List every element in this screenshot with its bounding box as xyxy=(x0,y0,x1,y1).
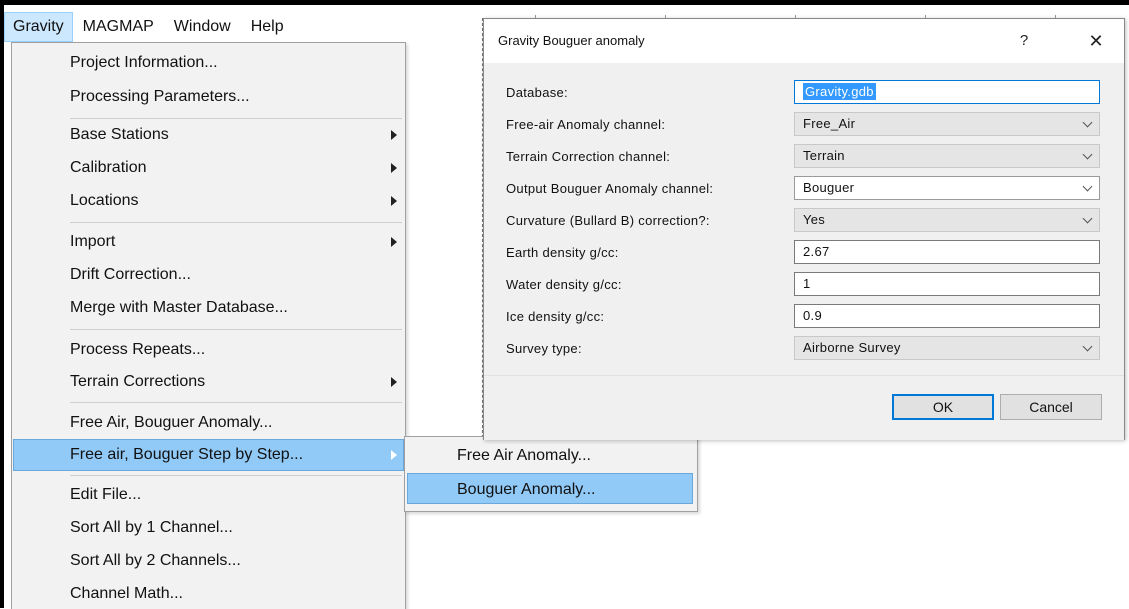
menu-item-label: Channel Math... xyxy=(70,585,183,602)
terrain-channel-value: Terrain xyxy=(803,148,845,163)
menu-item-processing-parameters[interactable]: Processing Parameters... xyxy=(13,82,404,112)
database-field[interactable]: Gravity.gdb xyxy=(794,80,1100,104)
chevron-down-icon xyxy=(1082,117,1093,128)
menu-item-label: Import xyxy=(70,233,116,250)
menu-gravity[interactable]: Gravity xyxy=(4,12,73,42)
ice-density-value: 0.9 xyxy=(803,308,822,323)
menu-separator xyxy=(70,475,402,476)
menu-help[interactable]: Help xyxy=(241,12,294,42)
menu-item-terrain-corrections[interactable]: Terrain Corrections xyxy=(13,367,404,397)
output-channel-label: Output Bouguer Anomaly channel: xyxy=(506,181,714,196)
menu-item-free-air-step-by-step[interactable]: Free air, Bouguer Step by Step... xyxy=(13,439,404,471)
menu-item-locations[interactable]: Locations xyxy=(13,186,404,216)
submenu-item-label: Bouguer Anomaly... xyxy=(457,481,596,498)
menu-item-sort-two-channels[interactable]: Sort All by 2 Channels... xyxy=(13,546,404,576)
ok-button[interactable]: OK xyxy=(892,394,994,420)
menu-item-channel-math[interactable]: Channel Math... xyxy=(13,579,404,609)
dialog-titlebar: Gravity Bouguer anomaly ? ✕ xyxy=(484,19,1124,63)
menu-magmap[interactable]: MAGMAP xyxy=(73,12,164,42)
free-air-channel-label: Free-air Anomaly channel: xyxy=(506,117,666,132)
submenu-arrow-icon xyxy=(391,237,397,247)
output-channel-select[interactable]: Bouguer xyxy=(794,176,1100,200)
menu-item-label: Base Stations xyxy=(70,126,169,143)
menu-window[interactable]: Window xyxy=(164,12,241,42)
submenu-item-free-air-anomaly[interactable]: Free Air Anomaly... xyxy=(407,440,693,471)
submenu-arrow-icon xyxy=(391,377,397,387)
menu-item-label: Free Air, Bouguer Anomaly... xyxy=(70,414,273,431)
menu-item-label: Calibration xyxy=(70,159,147,176)
menu-item-label: Processing Parameters... xyxy=(70,88,250,105)
menu-item-label: Process Repeats... xyxy=(70,341,206,358)
survey-type-label: Survey type: xyxy=(506,341,582,356)
water-density-value: 1 xyxy=(803,276,811,291)
water-density-label: Water density g/cc: xyxy=(506,277,622,292)
terrain-channel-select[interactable]: Terrain xyxy=(794,144,1100,168)
survey-type-value: Airborne Survey xyxy=(803,340,901,355)
menu-separator xyxy=(70,402,402,403)
ice-density-label: Ice density g/cc: xyxy=(506,309,605,324)
submenu-item-bouguer-anomaly[interactable]: Bouguer Anomaly... xyxy=(407,473,693,504)
menu-item-label: Locations xyxy=(70,192,139,209)
curvature-label: Curvature (Bullard B) correction?: xyxy=(506,213,710,228)
menu-item-process-repeats[interactable]: Process Repeats... xyxy=(13,335,404,365)
submenu-arrow-icon xyxy=(391,450,397,460)
curvature-select[interactable]: Yes xyxy=(794,208,1100,232)
curvature-value: Yes xyxy=(803,212,826,227)
menu-item-edit-file[interactable]: Edit File... xyxy=(13,480,404,510)
chevron-down-icon xyxy=(1082,149,1093,160)
menu-separator xyxy=(70,222,402,223)
menu-item-label: Drift Correction... xyxy=(70,266,191,283)
window-left-border xyxy=(0,0,4,608)
menu-item-base-stations[interactable]: Base Stations xyxy=(13,120,404,150)
submenu-arrow-icon xyxy=(391,196,397,206)
menu-item-label: Free air, Bouguer Step by Step... xyxy=(70,446,304,463)
menu-item-project-information[interactable]: Project Information... xyxy=(13,48,404,78)
menu-item-drift-correction[interactable]: Drift Correction... xyxy=(13,260,404,290)
ice-density-input[interactable]: 0.9 xyxy=(794,304,1100,328)
output-channel-value: Bouguer xyxy=(803,180,855,195)
database-value: Gravity.gdb xyxy=(803,83,876,100)
menu-item-sort-one-channel[interactable]: Sort All by 1 Channel... xyxy=(13,513,404,543)
menu-item-label: Sort All by 1 Channel... xyxy=(70,519,233,536)
submenu-item-label: Free Air Anomaly... xyxy=(457,447,591,464)
water-density-input[interactable]: 1 xyxy=(794,272,1100,296)
free-air-channel-select[interactable]: Free_Air xyxy=(794,112,1100,136)
earth-density-value: 2.67 xyxy=(803,244,830,259)
menu-item-merge-master-database[interactable]: Merge with Master Database... xyxy=(13,293,404,323)
menu-item-free-air-bouguer-anomaly[interactable]: Free Air, Bouguer Anomaly... xyxy=(13,408,404,438)
menu-item-calibration[interactable]: Calibration xyxy=(13,153,404,183)
menu-separator xyxy=(70,118,402,119)
menu-item-label: Project Information... xyxy=(70,54,218,71)
menu-item-label: Sort All by 2 Channels... xyxy=(70,552,241,569)
close-button[interactable]: ✕ xyxy=(1076,25,1116,57)
database-label: Database: xyxy=(506,85,568,100)
menu-item-label: Merge with Master Database... xyxy=(70,299,288,316)
gravity-bouguer-dialog: Gravity Bouguer anomaly ? ✕ Database: Gr… xyxy=(483,18,1125,440)
menu-item-label: Terrain Corrections xyxy=(70,373,206,390)
menu-item-label: Edit File... xyxy=(70,486,142,503)
free-air-channel-value: Free_Air xyxy=(803,116,856,131)
menu-item-import[interactable]: Import xyxy=(13,227,404,257)
submenu-arrow-icon xyxy=(391,163,397,173)
earth-density-label: Earth density g/cc: xyxy=(506,245,619,260)
dialog-title: Gravity Bouguer anomaly xyxy=(498,33,645,48)
survey-type-select[interactable]: Airborne Survey xyxy=(794,336,1100,360)
chevron-down-icon xyxy=(1082,341,1093,352)
chevron-down-icon xyxy=(1082,181,1093,192)
gravity-dropdown-menu: Project Information... Processing Parame… xyxy=(11,42,406,609)
submenu-arrow-icon xyxy=(391,130,397,140)
menu-bar: Gravity MAGMAP Window Help xyxy=(4,12,474,42)
chevron-down-icon xyxy=(1082,213,1093,224)
step-by-step-submenu: Free Air Anomaly... Bouguer Anomaly... xyxy=(404,436,698,512)
dialog-footer: OK Cancel xyxy=(484,375,1124,440)
menu-separator xyxy=(70,329,402,330)
terrain-channel-label: Terrain Correction channel: xyxy=(506,149,671,164)
help-button[interactable]: ? xyxy=(1004,25,1044,57)
cancel-button[interactable]: Cancel xyxy=(1000,394,1102,420)
earth-density-input[interactable]: 2.67 xyxy=(794,240,1100,264)
